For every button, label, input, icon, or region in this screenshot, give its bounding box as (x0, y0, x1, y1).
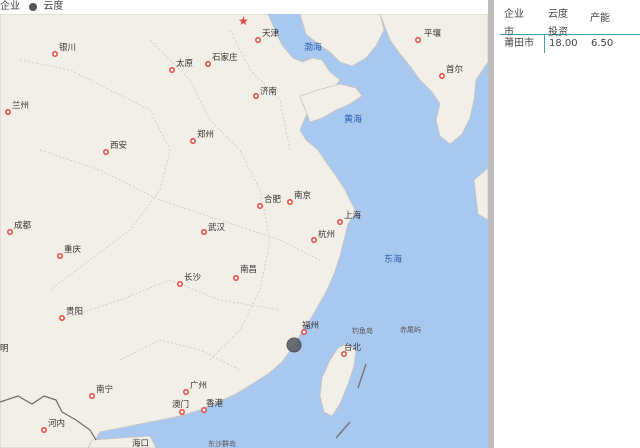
svg-text:合肥: 合肥 (264, 194, 282, 205)
svg-text:银川: 银川 (59, 42, 76, 53)
svg-text:海口: 海口 (132, 438, 149, 448)
sea-label-bohai: 渤海 (304, 41, 322, 53)
capital-star-icon: ★ (238, 14, 249, 28)
svg-text:首尔: 首尔 (446, 64, 464, 75)
svg-text:贵阳: 贵阳 (66, 306, 83, 317)
svg-text:香港: 香港 (206, 398, 224, 409)
svg-text:太原: 太原 (176, 58, 193, 69)
legend-dot-icon (29, 3, 38, 11)
header-city[interactable]: 企业 市 (500, 0, 544, 38)
svg-text:兰州: 兰州 (12, 100, 29, 111)
svg-text:天津: 天津 (262, 28, 280, 39)
table-header: 企业 市 云度 投资 产能 (500, 0, 640, 38)
legend-field-label: 企业 (0, 1, 20, 12)
legend-series-label[interactable]: 云度 (43, 0, 63, 14)
svg-text:澳门: 澳门 (172, 399, 189, 410)
city-haikou-partial: 海口 (132, 438, 149, 448)
svg-text:台北: 台北 (344, 342, 362, 353)
table-row[interactable]: 莆田市 18.00 6.50 (500, 35, 640, 53)
svg-text:福州: 福州 (302, 320, 319, 331)
svg-text:济南: 济南 (260, 86, 277, 97)
svg-text:石家庄: 石家庄 (212, 52, 238, 63)
svg-text:南京: 南京 (294, 190, 311, 201)
cell-city: 莆田市 (504, 38, 534, 49)
svg-text:郑州: 郑州 (197, 129, 214, 140)
svg-text:南宁: 南宁 (96, 384, 113, 395)
island-label-dongsha: 东沙群岛 (208, 439, 236, 448)
sea-label-huanghai: 黄海 (344, 113, 362, 125)
svg-text:长沙: 长沙 (184, 272, 202, 283)
svg-text:杭州: 杭州 (318, 229, 335, 240)
city-kunming-partial: 明 (0, 344, 9, 354)
scrollbar-thumb[interactable] (488, 0, 494, 448)
island-label-chiwei: 赤尾屿 (400, 325, 421, 334)
island-label-diaoyu: 钓鱼岛 (352, 326, 373, 335)
svg-text:明: 明 (0, 344, 9, 354)
svg-text:重庆: 重庆 (64, 244, 82, 255)
sea-label-donghai: 东海 (384, 253, 402, 265)
svg-text:南昌: 南昌 (240, 264, 257, 275)
map-scrollbar[interactable] (488, 0, 494, 448)
cell-invest: 18.00 (544, 35, 587, 53)
map-view[interactable]: 渤海 黄海 东海 钓鱼岛 赤尾屿 东沙群岛 ★ 天津 银川 太原 石家庄 济南 … (0, 14, 488, 448)
svg-text:武汉: 武汉 (208, 222, 226, 233)
data-table: 企业 市 云度 投资 产能 莆田市 18.00 6.50 (500, 0, 640, 53)
svg-text:平壤: 平壤 (424, 28, 442, 39)
legend: 企业 云度 (0, 0, 63, 14)
svg-text:河内: 河内 (48, 418, 65, 429)
svg-text:成都: 成都 (14, 220, 32, 231)
header-invest[interactable]: 云度 投资 (544, 0, 586, 38)
svg-text:广州: 广州 (190, 380, 207, 391)
header-capacity[interactable]: 产能 (586, 0, 630, 34)
putian-data-marker[interactable] (286, 337, 302, 353)
svg-text:西安: 西安 (110, 140, 127, 151)
cell-capacity: 6.50 (591, 38, 614, 49)
svg-text:上海: 上海 (344, 210, 362, 221)
